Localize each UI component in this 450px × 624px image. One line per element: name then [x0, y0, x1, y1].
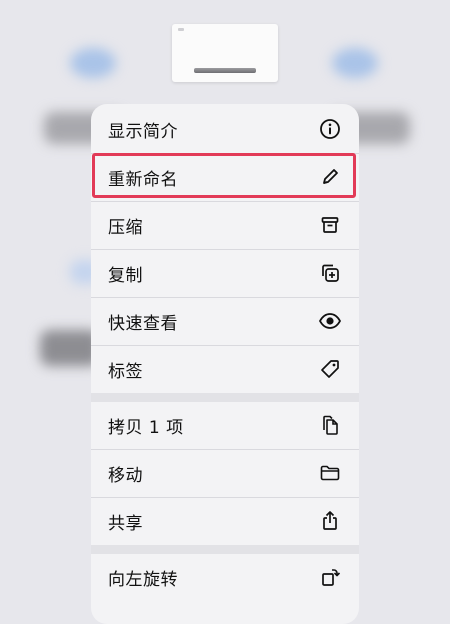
menu-item-label: 快速查看 — [108, 313, 178, 334]
menu-item-copy[interactable]: 拷贝 1 项 — [91, 402, 359, 448]
menu-item-get-info[interactable]: 显示简介 — [91, 106, 359, 152]
menu-item-label: 压缩 — [108, 217, 143, 238]
archive-box-icon — [318, 213, 342, 237]
share-icon — [318, 509, 342, 533]
info-icon — [318, 117, 342, 141]
menu-item-label: 向左旋转 — [108, 569, 178, 590]
menu-item-label: 标签 — [108, 361, 143, 382]
menu-item-label: 拷贝 1 项 — [108, 417, 184, 438]
file-thumbnail — [172, 24, 278, 82]
menu-section-gap — [91, 393, 359, 402]
menu-item-tags[interactable]: 标签 — [91, 346, 359, 392]
menu-item-label: 复制 — [108, 265, 143, 286]
thumbnail-preview-bar — [194, 68, 256, 73]
copy-document-icon — [318, 413, 342, 437]
menu-item-label: 移动 — [108, 465, 143, 486]
menu-item-move[interactable]: 移动 — [91, 450, 359, 496]
duplicate-plus-icon — [318, 261, 342, 285]
menu-item-quick-look[interactable]: 快速查看 — [91, 298, 359, 344]
rotate-left-icon — [318, 565, 342, 589]
folder-icon — [318, 461, 342, 485]
menu-item-share[interactable]: 共享 — [91, 498, 359, 544]
menu-item-label: 显示简介 — [108, 121, 178, 142]
eye-icon — [318, 309, 342, 333]
menu-section-gap — [91, 545, 359, 554]
tag-icon — [318, 357, 342, 381]
menu-item-compress[interactable]: 压缩 — [91, 202, 359, 248]
menu-item-duplicate[interactable]: 复制 — [91, 250, 359, 296]
rename-highlight-box — [92, 153, 356, 198]
thumbnail-window-dots — [178, 28, 184, 31]
menu-item-rotate-left[interactable]: 向左旋转 — [91, 554, 359, 600]
menu-item-label: 共享 — [108, 513, 143, 534]
